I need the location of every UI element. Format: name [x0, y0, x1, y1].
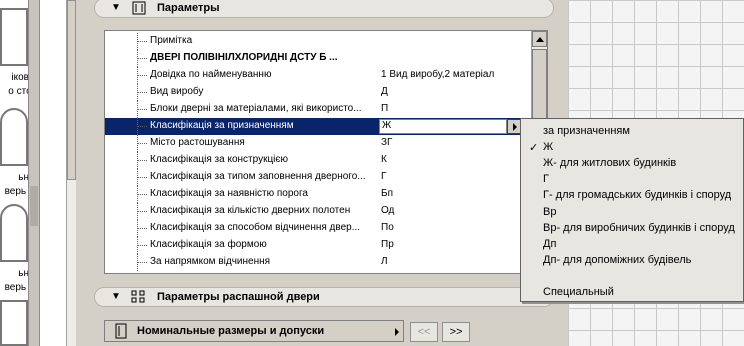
dropdown-option[interactable]: Г [543, 173, 549, 185]
param-value: Л [381, 256, 388, 267]
param-row[interactable]: Класифікація за способом відчинення двер… [105, 220, 533, 237]
dropdown-option[interactable]: Специальный [543, 286, 614, 298]
params-section-title: Параметры [157, 2, 220, 14]
param-row[interactable]: Вид виробу Д [105, 84, 533, 101]
parameters-icon [132, 1, 146, 15]
param-row[interactable]: Класифікація за кількістю дверних полоте… [105, 203, 533, 220]
param-row[interactable]: Місто растошування ЗГ [105, 135, 533, 152]
param-name: Довідка по найменуванню [150, 69, 272, 80]
param-row[interactable]: Примітка [105, 33, 533, 50]
door-thumbnail-3[interactable] [0, 204, 28, 262]
door-frame-icon [115, 323, 127, 339]
param-value: ЗГ [381, 137, 393, 148]
swing-section-header[interactable]: ▼ Параметры распашной двери [94, 287, 554, 307]
parameters-list: Примітка ДВЕРІ ПОЛІВІНІЛХЛОРИДНІ ДСТУ Б .… [104, 30, 548, 274]
tree-connector [137, 220, 148, 237]
tree-connector [137, 152, 148, 169]
param-name: ДВЕРІ ПОЛІВІНІЛХЛОРИДНІ ДСТУ Б ... [150, 52, 338, 63]
param-name: Примітка [150, 35, 193, 46]
param-value: По [381, 222, 394, 233]
dropdown-option[interactable]: Вр [543, 206, 556, 218]
nominal-sizes-label: Номинальные размеры и допуски [137, 325, 325, 337]
param-row[interactable]: ДВЕРІ ПОЛІВІНІЛХЛОРИДНІ ДСТУ Б ... [105, 50, 533, 67]
dropdown-option[interactable]: Ж- для житлових будинків [543, 157, 676, 169]
param-name: За напрямком відчинення [150, 256, 271, 267]
param-name: Класифікація за кількістю дверних полоте… [150, 205, 351, 216]
door-thumbnail-2[interactable] [0, 108, 28, 166]
param-row[interactable]: Блоки дверні за матеріалами, які викорис… [105, 101, 533, 118]
door-thumbnail-1[interactable] [0, 8, 28, 66]
param-name: Класифікація за типом заповнення дверног… [150, 171, 366, 182]
tree-connector [137, 67, 148, 84]
dropdown-option[interactable]: Дп [543, 238, 556, 250]
dropdown-option[interactable]: Г- для громадських будинків і споруд [543, 189, 731, 201]
param-row[interactable]: Класифікація за наявністю порога Бп [105, 186, 533, 203]
chevron-right-icon [395, 328, 399, 336]
param-name: Класифікація за конструкцією [150, 154, 289, 165]
nominal-sizes-selector[interactable]: Номинальные размеры и допуски [104, 320, 404, 342]
param-value-field[interactable]: Ж [379, 119, 507, 134]
scroll-thumb[interactable] [30, 186, 38, 226]
scroll-thumb[interactable] [67, 0, 76, 180]
param-row[interactable]: За напрямком відчинення Л [105, 254, 533, 271]
tree-connector [137, 33, 148, 50]
tree-connector [137, 237, 148, 254]
collapse-triangle-icon[interactable]: ▼ [111, 291, 121, 302]
params-section-header[interactable]: ▼ Параметры [94, 0, 554, 18]
param-row[interactable]: Класифікація за типом заповнення дверног… [105, 169, 533, 186]
tree-connector [137, 50, 148, 67]
swing-section-title: Параметры распашной двери [157, 291, 320, 303]
param-name: Місто растошування [150, 137, 245, 148]
tree-connector [137, 118, 148, 135]
classification-dropdown-menu: за призначенням Ж Ж- для житлових будинків… [520, 118, 744, 302]
param-value: П [381, 103, 389, 114]
tree-connector [137, 101, 148, 118]
tree-connector [137, 186, 148, 203]
door-thumbnail-4[interactable] [0, 300, 28, 346]
param-name: Вид виробу [150, 86, 204, 97]
next-page-button[interactable]: >> [442, 322, 470, 342]
param-name: Блоки дверні за матеріалами, які викорис… [150, 103, 362, 114]
dropdown-option[interactable]: Вр- для виробничих будинків і споруд [543, 222, 735, 234]
checkmark-icon: ✓ [529, 142, 539, 154]
parameters-rows: Примітка ДВЕРІ ПОЛІВІНІЛХЛОРИДНІ ДСТУ Б .… [105, 31, 533, 273]
dropdown-option[interactable]: за призначенням [543, 125, 630, 137]
param-name: Класифікація за наявністю порога [150, 188, 308, 199]
param-value: 1 Вид виробу,2 матеріал [381, 69, 495, 80]
dropdown-option[interactable]: Ж [543, 141, 553, 153]
library-panel: іковой о сто... ьная верь 17 ьная верь 1… [0, 0, 76, 346]
param-value: Пр [381, 239, 394, 250]
library-scrollbar[interactable] [28, 0, 40, 346]
param-value: К [381, 154, 387, 165]
param-value: Од [381, 205, 395, 216]
param-row[interactable]: Довідка по найменуванню 1 Вид виробу,2 ма… [105, 67, 533, 84]
prev-page-button[interactable]: << [410, 322, 438, 342]
swing-parameters-icon [131, 290, 145, 303]
param-row-selected[interactable]: Класифікація за призначенням Ж [105, 118, 533, 135]
library-outer-scrollbar[interactable] [66, 0, 76, 346]
tree-connector [137, 84, 148, 101]
param-value: Г [381, 171, 387, 182]
param-value: Д [381, 86, 388, 97]
param-name: Класифікація за способом відчинення двер… [150, 222, 361, 233]
tree-connector [137, 203, 148, 220]
scroll-up-icon[interactable] [532, 31, 547, 47]
door-settings-dialog: ▼ Параметры Примітка ДВЕРІ ПОЛІВІНІЛХЛОРИ… [76, 0, 568, 346]
dropdown-option[interactable]: Дп- для допоміжних будівель [543, 254, 691, 266]
tree-connector [137, 169, 148, 186]
param-row[interactable]: Класифікація за формою Пр [105, 237, 533, 254]
collapse-triangle-icon[interactable]: ▼ [111, 2, 121, 13]
param-name: Класифікація за призначенням [150, 120, 294, 131]
tree-connector [137, 254, 148, 271]
param-row[interactable]: Класифікація за конструкцією К [105, 152, 533, 169]
param-name: Класифікація за формою [150, 239, 267, 250]
tree-connector [137, 135, 148, 152]
param-value: Бп [381, 188, 393, 199]
